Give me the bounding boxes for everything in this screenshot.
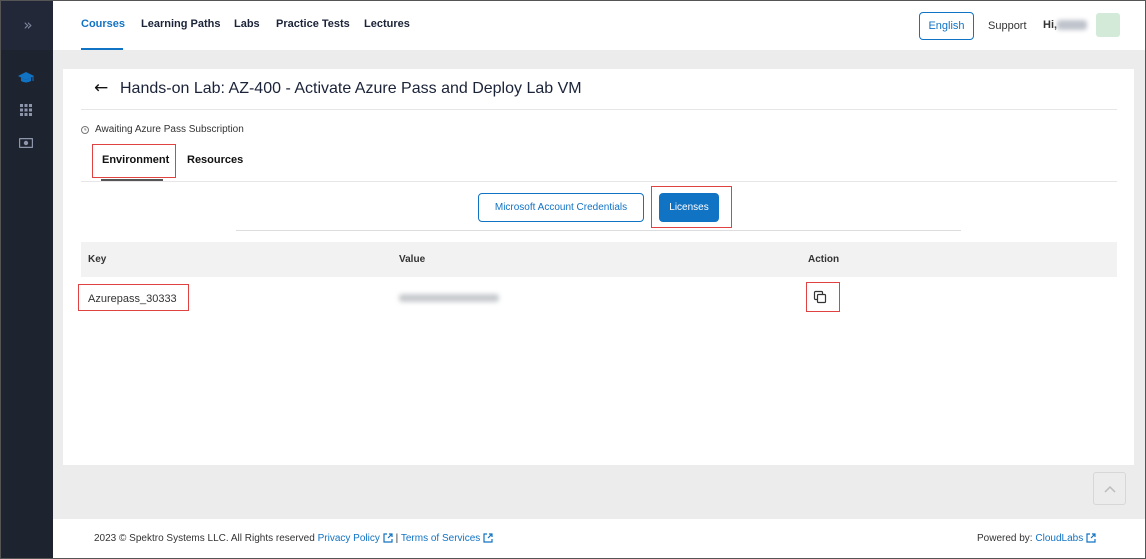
license-key: Azurepass_30333 (88, 293, 177, 305)
nav-labs[interactable]: Labs (234, 18, 260, 30)
privacy-policy-link[interactable]: Privacy Policy (318, 533, 380, 544)
top-navigation: Courses Learning Paths Labs Practice Tes… (53, 0, 1146, 50)
external-link-icon (383, 533, 393, 543)
footer: 2023 © Spektro Systems LLC. All Rights r… (53, 519, 1146, 559)
nav-practice-tests[interactable]: Practice Tests (276, 18, 350, 30)
language-button[interactable]: English (919, 12, 974, 40)
nav-lectures[interactable]: Lectures (364, 18, 410, 30)
column-key: Key (88, 254, 107, 265)
column-action: Action (808, 254, 840, 265)
lab-card: ← Hands-on Lab: AZ-400 - Activate Azure … (63, 69, 1134, 465)
tab-resources[interactable]: Resources (187, 154, 243, 166)
clock-icon (81, 125, 89, 134)
tab-environment[interactable]: Environment (102, 154, 169, 166)
active-nav-indicator (81, 48, 123, 50)
support-link[interactable]: Support (988, 20, 1027, 32)
table-header: Key Value Action (81, 242, 1117, 277)
nav-learning-paths[interactable]: Learning Paths (141, 18, 220, 30)
redacted-license-value (399, 294, 499, 302)
external-link-icon (1086, 533, 1096, 543)
money-icon[interactable] (13, 132, 39, 154)
divider (81, 109, 1117, 110)
sidebar: » (0, 0, 53, 559)
footer-right: Powered by: CloudLabs (977, 533, 1096, 544)
back-arrow-icon[interactable]: ← (94, 78, 108, 98)
redacted-username (1057, 20, 1087, 30)
grid-icon[interactable] (13, 99, 39, 121)
footer-left: 2023 © Spektro Systems LLC. All Rights r… (94, 533, 493, 544)
user-greeting: Hi, (1043, 19, 1058, 31)
licenses-button[interactable]: Licenses (659, 193, 719, 222)
status-line: Awaiting Azure Pass Subscription (81, 124, 244, 135)
divider (81, 181, 1117, 182)
external-link-icon (483, 533, 493, 543)
cloudlabs-link[interactable]: CloudLabs (1035, 533, 1083, 544)
divider (236, 230, 961, 231)
footer-separator: | (395, 533, 399, 544)
status-text: Awaiting Azure Pass Subscription (95, 124, 244, 135)
powered-by-text: Powered by: (977, 533, 1033, 544)
microsoft-account-credentials-button[interactable]: Microsoft Account Credentials (478, 193, 644, 222)
copyright-text: 2023 © Spektro Systems LLC. All Rights r… (94, 533, 315, 544)
page-title: Hands-on Lab: AZ-400 - Activate Azure Pa… (120, 80, 582, 97)
column-value: Value (399, 254, 426, 265)
avatar[interactable] (1096, 13, 1120, 37)
chevron-up-icon (1103, 485, 1116, 493)
graduation-cap-icon[interactable] (13, 67, 39, 89)
copy-icon[interactable] (813, 290, 827, 304)
sidebar-expand-icon[interactable]: » (0, 0, 53, 50)
nav-courses[interactable]: Courses (81, 18, 125, 30)
terms-of-services-link[interactable]: Terms of Services (401, 533, 480, 544)
scroll-to-top-button[interactable] (1093, 472, 1126, 505)
